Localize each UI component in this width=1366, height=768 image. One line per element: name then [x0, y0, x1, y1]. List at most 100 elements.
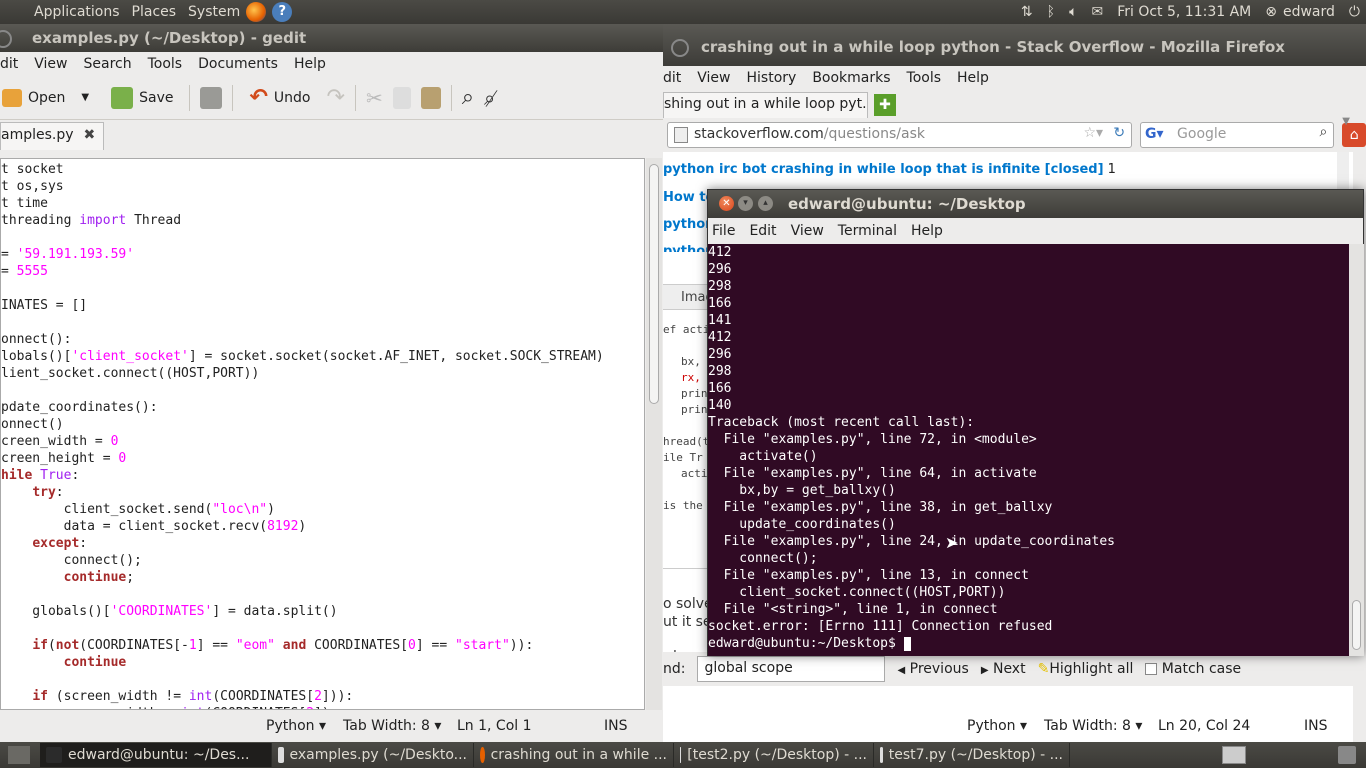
- prompt-text: edward@ubuntu:~/Desktop$: [708, 636, 904, 651]
- code-editor[interactable]: t socket t os,sys t time threading import T…: [0, 158, 645, 710]
- print-icon[interactable]: [200, 86, 223, 109]
- terminal-line: File "examples.py", line 72, in <module>: [708, 432, 1037, 447]
- network-icon[interactable]: ⇅: [1021, 4, 1033, 20]
- gedit-close-icon[interactable]: [0, 30, 12, 48]
- code-token: 'client_socket': [71, 349, 189, 364]
- term-menu-help[interactable]: Help: [911, 223, 943, 244]
- trash-icon[interactable]: [1338, 746, 1356, 764]
- terminal-titlebar[interactable]: ✕ ▾ ▴ edward@ubuntu: ~/Desktop: [708, 190, 1363, 218]
- related-link[interactable]: python irc bot crashing in while loop th…: [663, 162, 1104, 177]
- find-input[interactable]: global scope: [697, 656, 886, 682]
- code-token: ] ==: [415, 638, 455, 653]
- scrollbar-thumb[interactable]: [649, 164, 659, 404]
- redo-icon[interactable]: ↷: [327, 85, 345, 110]
- terminal-maximize-icon[interactable]: ▴: [758, 196, 773, 211]
- places-menu[interactable]: Places: [132, 4, 177, 20]
- search-icon[interactable]: ⌕: [1319, 124, 1327, 140]
- power-icon[interactable]: ⏻: [1349, 4, 1360, 20]
- code-token: if: [32, 638, 48, 653]
- save-button[interactable]: Save: [105, 86, 179, 109]
- paste-icon[interactable]: [420, 86, 441, 109]
- ff-menu-help[interactable]: Help: [957, 70, 989, 90]
- ff-menu-edit[interactable]: dit: [663, 70, 681, 90]
- search-box[interactable]: G▾ Google ⌕: [1140, 122, 1335, 148]
- firefox-statusbar: Python ▾ Tab Width: 8 ▾ Ln 20, Col 24 IN…: [663, 712, 1366, 740]
- gedit-menu-edit[interactable]: dit: [0, 56, 18, 76]
- gedit-menu-view[interactable]: View: [34, 56, 67, 76]
- term-menu-file[interactable]: File: [712, 223, 735, 244]
- open-dropdown-icon[interactable]: ▼: [81, 92, 89, 103]
- undo-button[interactable]: ↶ Undo: [243, 85, 316, 110]
- code-token: ;: [126, 570, 135, 585]
- taskbar-item[interactable]: [test2.py (~/Desktop) - ...: [674, 743, 874, 767]
- workspace-switcher[interactable]: [1222, 746, 1246, 764]
- google-icon[interactable]: G▾: [1145, 126, 1164, 142]
- related-question[interactable]: python irc bot crashing in while loop th…: [663, 162, 1116, 177]
- ff-menu-history[interactable]: History: [747, 70, 797, 90]
- applications-menu[interactable]: Applications: [34, 4, 120, 20]
- new-tab-icon[interactable]: ✚: [874, 94, 896, 116]
- term-menu-terminal[interactable]: Terminal: [838, 223, 897, 244]
- terminal-prompt[interactable]: edward@ubuntu:~/Desktop$: [708, 635, 1349, 652]
- editor-scrollbar[interactable]: [646, 158, 662, 710]
- tab-close-icon[interactable]: ✖: [84, 127, 96, 150]
- tab-stackoverflow[interactable]: shing out in a while loop pyt...: [663, 92, 868, 118]
- code-line: lobals()['client_socket'] = socket.socke…: [1, 348, 644, 365]
- taskbar-item[interactable]: test7.py (~/Desktop) - ...: [874, 743, 1070, 767]
- reload-icon[interactable]: ↻: [1113, 125, 1125, 141]
- match-case-checkbox[interactable]: Match case: [1145, 661, 1241, 677]
- gedit-menu-documents[interactable]: Documents: [198, 56, 278, 76]
- term-menu-edit[interactable]: Edit: [749, 223, 776, 244]
- user-menu[interactable]: edward: [1283, 4, 1335, 20]
- language-selector[interactable]: Python ▾: [266, 718, 326, 734]
- show-desktop-icon[interactable]: [8, 746, 30, 764]
- find-previous-button[interactable]: ◀ Previous: [897, 661, 968, 677]
- replace-icon[interactable]: ⌕̸: [484, 86, 495, 110]
- terminal-scrollbar[interactable]: [1349, 244, 1364, 656]
- url-bar[interactable]: stackoverflow.com/questions/ask ☆▾ ↻: [667, 122, 1133, 148]
- terminal-minimize-icon[interactable]: ▾: [738, 196, 753, 211]
- term-menu-view[interactable]: View: [791, 223, 824, 244]
- ff-menu-bookmarks[interactable]: Bookmarks: [812, 70, 890, 90]
- terminal-line: connect();: [708, 551, 818, 566]
- tab-list-icon[interactable]: ▼: [1342, 116, 1350, 127]
- terminal-output[interactable]: 412 296 298 166 141 412 296 298 166 140 Traceback …: [708, 244, 1349, 656]
- code-token: =: [1, 264, 17, 279]
- gedit-menu-help[interactable]: Help: [294, 56, 326, 76]
- mail-icon[interactable]: ✉︎: [1091, 4, 1103, 20]
- gedit-titlebar[interactable]: examples.py (~/Desktop) - gedit: [0, 24, 663, 52]
- terminal-close-icon[interactable]: ✕: [719, 196, 734, 211]
- highlight-all-button[interactable]: ✎Highlight all: [1038, 661, 1134, 677]
- clock[interactable]: Fri Oct 5, 11:31 AM: [1117, 4, 1251, 20]
- find-next-button[interactable]: ▶ Next: [981, 661, 1026, 677]
- ff-language-selector[interactable]: Python ▾: [967, 718, 1027, 734]
- cut-icon[interactable]: ✂: [366, 86, 383, 110]
- code-token: ] ==: [196, 638, 236, 653]
- scrollbar-thumb[interactable]: [1352, 600, 1361, 650]
- open-button[interactable]: Open ▼: [0, 88, 95, 107]
- firefox-launcher-icon[interactable]: [246, 2, 267, 22]
- firefox-close-icon[interactable]: [671, 39, 689, 57]
- taskbar-item[interactable]: edward@ubuntu: ~/Des...: [40, 743, 272, 767]
- taskbar-item[interactable]: crashing out in a while ...: [474, 743, 674, 767]
- tab-examples-py[interactable]: amples.py ✖: [0, 122, 105, 150]
- copy-icon[interactable]: [392, 86, 411, 109]
- system-menu[interactable]: System: [188, 4, 240, 20]
- firefox-titlebar[interactable]: crashing out in a while loop python - St…: [663, 24, 1366, 66]
- code-token: '59.191.193.59': [16, 247, 135, 262]
- bookmark-star-icon[interactable]: ☆▾: [1083, 125, 1103, 141]
- ff-menu-tools[interactable]: Tools: [907, 70, 942, 90]
- code-token: continue: [63, 655, 127, 670]
- gedit-menu-search[interactable]: Search: [84, 56, 132, 76]
- taskbar-item[interactable]: examples.py (~/Deskto...: [272, 743, 474, 767]
- ff-menu-view[interactable]: View: [697, 70, 730, 90]
- help-icon[interactable]: ?: [272, 2, 293, 22]
- ff-tab-width-selector[interactable]: Tab Width: 8 ▾: [1044, 718, 1142, 734]
- bluetooth-icon[interactable]: ᛒ: [1047, 4, 1055, 20]
- gedit-menu-tools[interactable]: Tools: [148, 56, 183, 76]
- find-icon[interactable]: ⌕: [462, 85, 474, 110]
- volume-icon[interactable]: 🔈︎: [1069, 4, 1077, 20]
- site-identity-icon[interactable]: [674, 127, 688, 143]
- tab-width-selector[interactable]: Tab Width: 8 ▾: [343, 718, 441, 734]
